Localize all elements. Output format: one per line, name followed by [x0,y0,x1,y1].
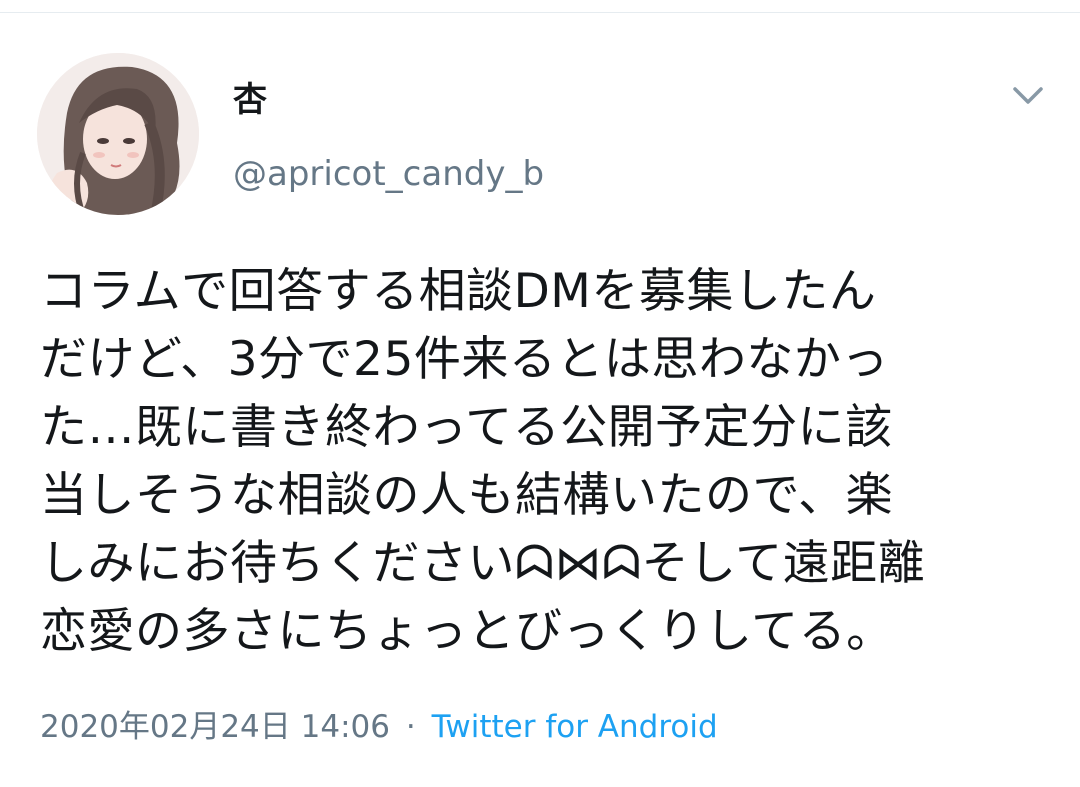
tweet-meta: 2020年02月24日 14:06 · Twitter for Android [40,705,718,749]
author-display-name[interactable]: 杏 [233,78,267,122]
tweet-menu-button[interactable] [1006,78,1050,114]
author-handle[interactable]: @apricot_candy_b [233,152,544,196]
meta-separator: · [405,709,416,745]
tweet-timestamp[interactable]: 2020年02月24日 14:06 [40,709,390,745]
avatar[interactable] [37,53,199,215]
top-divider [0,0,1080,13]
chevron-down-icon [1013,87,1043,104]
tweet-text: コラムで回答する相談DMを募集したん だけど、3分で25件来るとは思わなかっ た… [40,264,926,659]
avatar-illustration-icon [37,53,199,215]
tweet-source-link[interactable]: Twitter for Android [432,709,718,745]
